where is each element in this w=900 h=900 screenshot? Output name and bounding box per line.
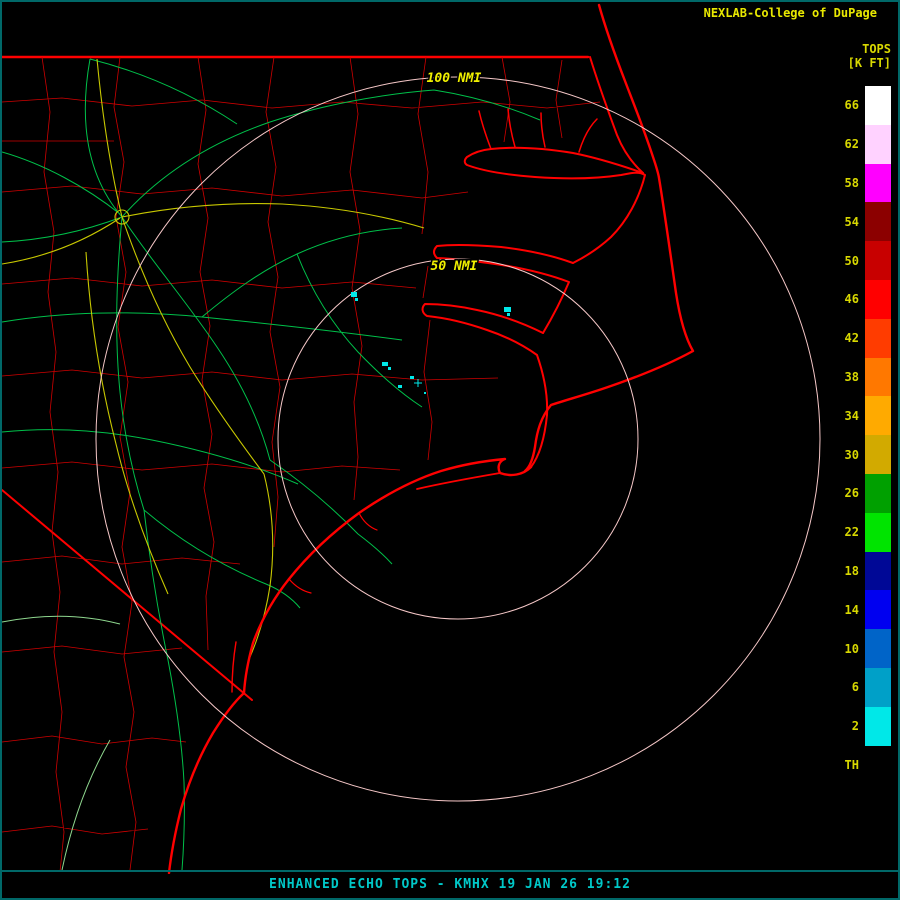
scale-entry-label: 18 [845,564,859,578]
scale-entry: 54 [819,202,891,241]
scale-entry-label: 22 [845,525,859,539]
scale-entry-swatch [865,668,891,707]
scale-entry-label: 30 [845,448,859,462]
coast-inlets [289,513,377,593]
range-ring-50nmi [278,259,638,619]
scale-entry-swatch [865,164,891,203]
scale-entry: 62 [819,125,891,164]
echo-cell [507,313,510,316]
range-ring-label-100nmi: 100 NMI [427,71,482,86]
range-ring-100nmi [96,77,820,801]
cod-logo-icon [881,6,894,20]
echo-cell [355,298,358,301]
scale-entry-swatch [865,474,891,513]
attribution: NEXLAB-College of DuPage [704,6,894,20]
scale-entry: 58 [819,164,891,203]
scale-entry: 22 [819,513,891,552]
scale-entry-label: 50 [845,254,859,268]
scale-entry: 38 [819,358,891,397]
scale-entry: 30 [819,435,891,474]
scale-colorbar: 66625854504642383430262218141062TH [819,86,891,784]
ring-labels: 100 NMI 50 NMI [427,71,482,274]
scale-entry-swatch [865,707,891,746]
scale-entry-label: 14 [845,603,859,617]
scale-entry-label: 2 [852,719,859,733]
scale-title-line1: TOPS [819,42,891,56]
attribution-text: NEXLAB-College of DuPage [704,6,877,20]
scale-entry-swatch [865,86,891,125]
scale-entry-swatch [865,280,891,319]
scale-entry-swatch [865,590,891,629]
scale-entry: 26 [819,474,891,513]
scale-title-line2: [K FT] [819,56,891,70]
echo-cell [398,385,402,388]
scale-entry: 46 [819,280,891,319]
county-line-network [2,57,600,872]
scale-entry-swatch [865,396,891,435]
scale-entry-label: 6 [852,680,859,694]
scale-entry: 66 [819,86,891,125]
scale-title: TOPS [K FT] [819,42,891,70]
echo-markers [351,292,511,394]
scale-entry-label: 66 [845,98,859,112]
echo-cell [388,367,391,370]
roads [2,59,540,870]
echo-cell [504,307,511,312]
scale-entry-swatch [865,319,891,358]
scale-entry: 2 [819,707,891,746]
highways [2,59,424,657]
scale-entry-label: 58 [845,176,859,190]
product-caption: ENHANCED ECHO TOPS - KMHX 19 JAN 26 19:1… [2,877,898,892]
road-network [2,59,540,870]
scale-entry-swatch [865,746,891,785]
scale-entry-label: 34 [845,409,859,423]
echo-cell [382,362,388,366]
coast-albemarle-rivers [479,109,597,152]
scale-entry-label: 54 [845,215,859,229]
scale-entry-swatch [865,513,891,552]
scale-entry: TH [819,746,891,785]
scale-entry-label: 42 [845,331,859,345]
radar-display: 100 NMI 50 NMI NEXLAB-College of DuPage … [0,0,900,900]
radar-map: 100 NMI 50 NMI [2,2,842,874]
highway-network [2,59,424,657]
scale-entry: 34 [819,396,891,435]
scale-entry: 6 [819,668,891,707]
scale-entry: 42 [819,319,891,358]
scale-entry-label: 26 [845,486,859,500]
scale-entry-swatch [865,552,891,591]
scale-entry-swatch [865,358,891,397]
county-lines [2,57,600,872]
scale-entry-swatch [865,202,891,241]
scale-entry-label: TH [845,758,859,772]
coast-neuse-river [423,304,548,467]
scale-entry-swatch [865,629,891,668]
range-ring-label-50nmi: 50 NMI [431,259,478,274]
road-network-pale [2,616,120,870]
echo-tops-scale: TOPS [K FT] 6662585450464238343026221814… [819,42,891,784]
coast-south-shore [169,459,531,873]
echo-cell [351,292,357,297]
echo-cell [424,392,426,394]
scale-entry-swatch [865,241,891,280]
range-rings [96,77,820,801]
scale-entry: 10 [819,629,891,668]
scale-entry-label: 38 [845,370,859,384]
scale-entry: 18 [819,552,891,591]
scale-entry-swatch [865,435,891,474]
coast-currituck-shore [590,57,643,173]
scale-entry: 50 [819,241,891,280]
scale-entry-label: 46 [845,292,859,306]
scale-entry-label: 62 [845,137,859,151]
scale-entry-swatch [865,125,891,164]
south-carolina-border-line [2,490,252,700]
coastline [169,5,693,873]
scale-entry: 14 [819,590,891,629]
echo-cell [410,376,414,379]
footer-divider [2,870,898,872]
scale-entry-label: 10 [845,642,859,656]
